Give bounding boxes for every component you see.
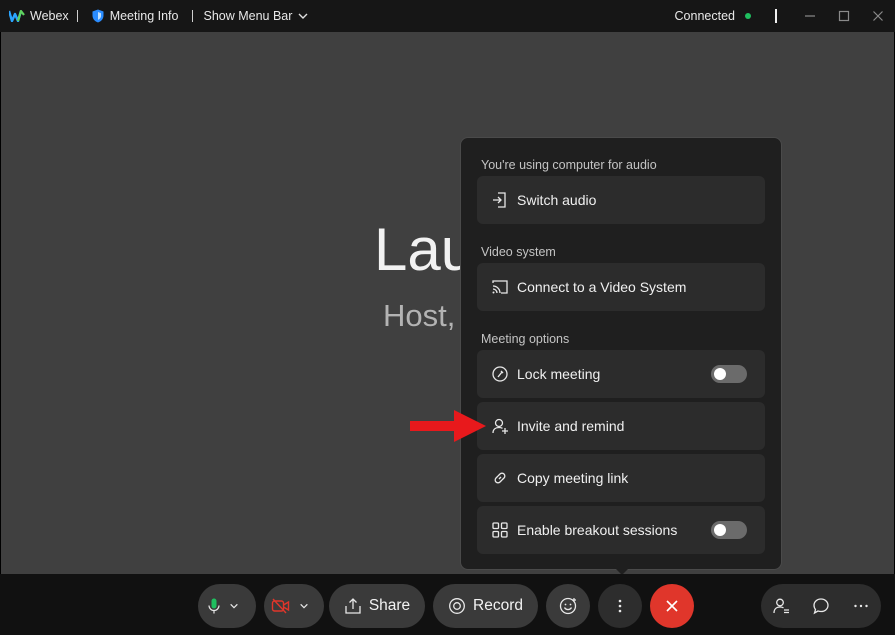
more-options-menu: You're using computer for audio Switch a… [460,137,782,570]
breakout-toggle[interactable] [711,521,747,539]
webex-logo-icon [9,10,25,22]
chat-bubble-icon [813,598,829,615]
switch-audio-label: Switch audio [517,192,597,208]
video-button[interactable] [264,584,324,628]
more-horizontal-icon [854,604,868,608]
meeting-info-label: Meeting Info [109,9,179,23]
copy-meeting-link-item[interactable]: Copy meeting link [477,454,765,502]
lock-meeting-label: Lock meeting [517,366,601,382]
show-menu-bar-label: Show Menu Bar [203,9,293,23]
minimize-icon [805,15,815,17]
more-vertical-icon [618,599,622,613]
divider [76,10,78,22]
copy-link-label: Copy meeting link [517,470,629,486]
title-bar: Webex Meeting Info Show Menu Bar Connect… [0,0,895,32]
lock-icon [491,365,509,383]
mute-button[interactable] [198,584,256,628]
video-off-icon [271,598,290,614]
app-menu[interactable]: Webex [0,0,69,32]
more-panels-button[interactable] [841,584,881,628]
shield-icon [92,9,104,23]
connect-video-label: Connect to a Video System [517,279,687,295]
reactions-button[interactable] [546,584,590,628]
share-label: Share [368,597,411,614]
add-person-icon [491,417,509,435]
connection-status: Connected [674,9,735,23]
invite-remind-item[interactable]: Invite and remind [477,402,765,450]
participant-role: Host, [383,298,456,333]
window-controls: Connected [675,0,895,32]
chat-button[interactable] [801,584,841,628]
participants-icon [773,598,789,614]
audio-section-label: You're using computer for audio [481,158,657,172]
pin-button[interactable] [759,0,793,32]
panel-buttons [761,584,881,628]
switch-audio-icon [491,191,509,209]
cast-icon [491,278,509,296]
breakout-sessions-item[interactable]: Enable breakout sessions [477,506,765,554]
maximize-button[interactable] [827,0,861,32]
connected-dot-icon [745,13,751,19]
more-options-button[interactable] [598,584,642,628]
end-meeting-button[interactable] [650,584,694,628]
chevron-down-icon [298,13,308,19]
toggle-knob [714,368,726,380]
close-icon [666,600,678,612]
microphone-icon [208,598,220,614]
red-arrow-icon [410,410,486,442]
record-button[interactable]: Record [433,584,538,628]
invite-remind-label: Invite and remind [517,418,625,434]
record-label: Record [473,597,523,614]
connect-video-system-item[interactable]: Connect to a Video System [477,263,765,311]
close-icon [873,11,883,21]
toggle-knob [714,524,726,536]
breakout-label: Enable breakout sessions [517,522,678,538]
app-name: Webex [30,9,69,23]
breakout-icon [491,521,509,539]
show-menu-bar-button[interactable]: Show Menu Bar [203,0,309,32]
close-button[interactable] [861,0,895,32]
share-button[interactable]: Share [329,584,425,628]
record-icon [449,598,465,614]
participants-button[interactable] [761,584,801,628]
lock-meeting-item[interactable]: Lock meeting [477,350,765,398]
chevron-down-icon[interactable] [299,601,309,611]
chevron-down-icon[interactable] [229,601,239,611]
divider [192,10,194,22]
meeting-info-button[interactable]: Meeting Info [92,0,179,32]
share-icon [345,598,361,614]
minimize-button[interactable] [793,0,827,32]
link-icon [491,469,509,487]
maximize-icon [838,10,850,22]
lock-meeting-toggle[interactable] [711,365,747,383]
switch-audio-item[interactable]: Switch audio [477,176,765,224]
pin-icon [775,9,777,23]
smiley-icon [559,597,577,615]
video-section-label: Video system [481,245,556,259]
options-section-label: Meeting options [481,332,570,346]
